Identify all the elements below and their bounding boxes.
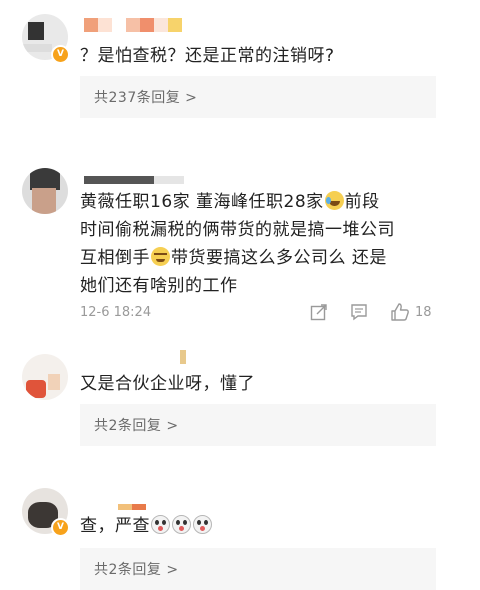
crying-laughing-emoji-icon: [324, 191, 344, 210]
like-icon[interactable]: [390, 302, 410, 322]
timestamp: 12-6 18:24: [80, 305, 152, 320]
reply-summary[interactable]: 共237条回复 >: [80, 76, 436, 118]
username-mosaic: [84, 170, 184, 184]
avatar[interactable]: [22, 354, 68, 400]
reply-count-link[interactable]: 共2条回复 >: [94, 415, 179, 435]
comment-icon[interactable]: [350, 303, 368, 321]
comment-text: 查，严查: [80, 512, 462, 540]
comment-text-line3b: 带货要搞这么多公司么 还是: [171, 248, 387, 268]
comment-text-line1: 黄薇任职16家 董海峰任职28家: [80, 192, 324, 212]
shocked-emoji-icon: [151, 515, 170, 534]
comment-text-line2: 时间偷税漏税的俩带货的就是搞一堆公司: [80, 220, 395, 240]
reply-count-link[interactable]: 共2条回复 >: [94, 559, 179, 579]
reply-count-link[interactable]: 共237条回复 >: [94, 87, 197, 107]
reply-summary[interactable]: 共2条回复 >: [80, 404, 436, 446]
comment-text: 又是合伙企业呀，懂了: [80, 374, 255, 394]
comment-1: V ？是怕查税？还是正常的注销呀? 共237条回复 >: [0, 0, 480, 130]
like-count: 18: [415, 305, 432, 320]
shocked-emoji-icon: [193, 515, 212, 534]
comment-2: 黄薇任职16家 董海峰任职28家 前段 时间偷税漏税的俩带货的就是搞一堆公司 互相…: [0, 150, 480, 330]
share-icon[interactable]: [310, 303, 328, 321]
comment-3: 又是合伙企业呀，懂了 共2条回复 >: [0, 340, 480, 460]
reply-summary[interactable]: 共2条回复 >: [80, 548, 436, 590]
username-mosaic: [118, 496, 146, 510]
verified-badge-icon: V: [51, 518, 70, 537]
comment-text: ？是怕查税？还是正常的注销呀?: [80, 46, 335, 66]
comment-4: V 查，严查 共2条回复 >: [0, 478, 480, 590]
comment-text-line1b: 前段: [344, 192, 380, 212]
username-mosaic: [84, 18, 182, 32]
comment-text-main: 查，严查: [80, 516, 150, 536]
comment-text: 黄薇任职16家 董海峰任职28家 前段 时间偷税漏税的俩带货的就是搞一堆公司 互相…: [80, 188, 462, 300]
verified-badge-icon: V: [51, 45, 70, 64]
avatar[interactable]: [22, 168, 68, 214]
smirk-emoji-icon: [151, 247, 170, 266]
comment-text-line4: 她们还有啥别的工作: [80, 276, 238, 296]
comment-text-line3: 互相倒手: [80, 248, 150, 268]
username-mosaic: [180, 350, 186, 364]
shocked-emoji-icon: [172, 515, 191, 534]
